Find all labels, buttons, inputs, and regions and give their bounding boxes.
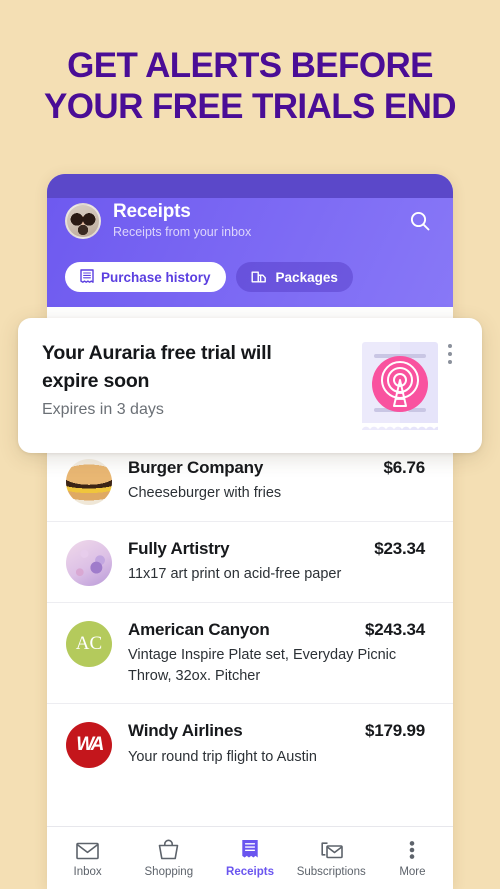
search-icon: [410, 211, 430, 231]
notification-subtitle: Expires in 3 days: [42, 401, 164, 419]
tab-purchase-history[interactable]: Purchase history: [65, 262, 226, 292]
nav-icon-wrap: [409, 838, 415, 860]
nav-label-subscriptions: Subscriptions: [296, 866, 366, 878]
notification-title: Your Auraria free trial will expire soon: [42, 342, 272, 392]
row-body: Fully Artistry $23.34 11x17 art print on…: [112, 538, 433, 585]
broadcast-tower-receipt-icon: [362, 342, 438, 431]
nav-label-inbox: Inbox: [73, 866, 102, 878]
package-truck-icon: [251, 271, 266, 283]
app-header: Receipts Receipts from your inbox Purcha…: [47, 174, 453, 307]
nav-label-shopping: Shopping: [144, 866, 194, 878]
headline-line-1: GET ALERTS BEFORE: [67, 46, 433, 85]
row-head: Fully Artistry $23.34: [128, 538, 425, 559]
row-head: American Canyon $243.34: [128, 619, 425, 640]
nav-icon-wrap: [158, 838, 179, 860]
user-avatar[interactable]: [65, 202, 101, 239]
table-row[interactable]: AC American Canyon $243.34 Vintage Inspi…: [47, 602, 453, 703]
notification-thumbnail: [362, 342, 438, 431]
headline-line-2: YOUR FREE TRIALS END: [44, 86, 457, 126]
more-vertical-icon: [448, 344, 452, 348]
page-title: Receipts: [113, 201, 191, 222]
tab-packages-label: Packages: [275, 269, 338, 285]
nav-item-shopping[interactable]: Shopping: [128, 838, 209, 878]
table-row[interactable]: Fully Artistry $23.34 11x17 art print on…: [47, 521, 453, 602]
receipt-zigzag-edge: [362, 423, 438, 431]
notification-menu-button[interactable]: [442, 340, 458, 431]
merchant-initials: WA: [76, 734, 104, 756]
app-screen: Receipts Receipts from your inbox Purcha…: [47, 174, 453, 889]
envelope-refresh-icon: [321, 842, 343, 859]
app-header-row: Receipts Receipts from your inbox: [47, 201, 453, 240]
nav-icon-wrap: [241, 838, 259, 860]
envelope-icon: [76, 842, 99, 860]
receipt-description: 11x17 art print on acid-free paper: [128, 566, 342, 583]
row-body: Burger Company $6.76 Cheeseburger with f…: [112, 457, 433, 504]
nav-item-subscriptions[interactable]: Subscriptions: [291, 838, 372, 878]
receipt-amount: $243.34: [364, 620, 425, 639]
free-trial-notification-card[interactable]: Your Auraria free trial will expire soon…: [18, 318, 482, 453]
receipt-description: Vintage Inspire Plate set, Everyday Picn…: [128, 647, 397, 685]
receipt-description: Cheeseburger with fries: [128, 485, 282, 502]
more-vertical-icon: [448, 352, 452, 356]
nav-label-more: More: [399, 866, 426, 878]
merchant-name: American Canyon: [128, 620, 270, 639]
screenshot-root: GET ALERTS BEFORE YOUR FREE TRIALS END R…: [0, 0, 500, 889]
receipt-amount: $6.76: [383, 458, 425, 477]
shopping-bag-icon: [158, 839, 179, 860]
merchant-name: Fully Artistry: [128, 539, 230, 558]
tab-packages[interactable]: Packages: [235, 262, 353, 292]
receipt-icon: [80, 269, 94, 283]
merchant-name: Windy Airlines: [128, 721, 243, 741]
search-button[interactable]: [405, 206, 435, 236]
nav-item-receipts[interactable]: Receipts: [209, 838, 290, 878]
merchant-thumbnail: [66, 459, 112, 505]
promo-headline: GET ALERTS BEFORE YOUR FREE TRIALS END: [0, 46, 500, 127]
nav-item-more[interactable]: More: [372, 838, 453, 878]
table-row[interactable]: WA Windy Airlines $179.99 Your round tri…: [47, 703, 453, 784]
header-tabs: Purchase history Packages: [65, 262, 353, 292]
row-head: Burger Company $6.76: [128, 457, 425, 478]
receipt-amount: $23.34: [374, 539, 425, 558]
merchant-thumbnail: WA: [66, 722, 112, 769]
merchant-thumbnail: [66, 540, 112, 586]
receipt-description: Your round trip flight to Austin: [128, 748, 317, 765]
row-body: Windy Airlines $179.99 Your round trip f…: [112, 720, 433, 767]
more-vertical-icon: [410, 841, 415, 859]
page-subtitle: Receipts from your inbox: [113, 224, 252, 239]
nav-label-receipts: Receipts: [226, 866, 274, 878]
app-header-text: Receipts Receipts from your inbox: [113, 201, 405, 240]
receipt-amount: $179.99: [364, 721, 425, 741]
nav-item-inbox[interactable]: Inbox: [47, 838, 128, 878]
row-body: American Canyon $243.34 Vintage Inspire …: [112, 619, 433, 687]
merchant-initials: AC: [75, 633, 103, 654]
nav-icon-wrap: [320, 838, 343, 860]
receipt-icon: [242, 839, 258, 858]
merchant-thumbnail: AC: [66, 621, 112, 667]
notification-text: Your Auraria free trial will expire soon…: [42, 340, 362, 431]
merchant-name: Burger Company: [128, 458, 264, 477]
row-head: Windy Airlines $179.99: [128, 720, 425, 741]
broadcast-tower-icon: [372, 356, 428, 412]
nav-icon-wrap: [76, 838, 99, 860]
tab-purchase-history-label: Purchase history: [101, 269, 211, 285]
more-vertical-icon: [448, 360, 452, 364]
bottom-navigation: Inbox Shopping Receipts Subscriptions Mo…: [47, 826, 453, 889]
